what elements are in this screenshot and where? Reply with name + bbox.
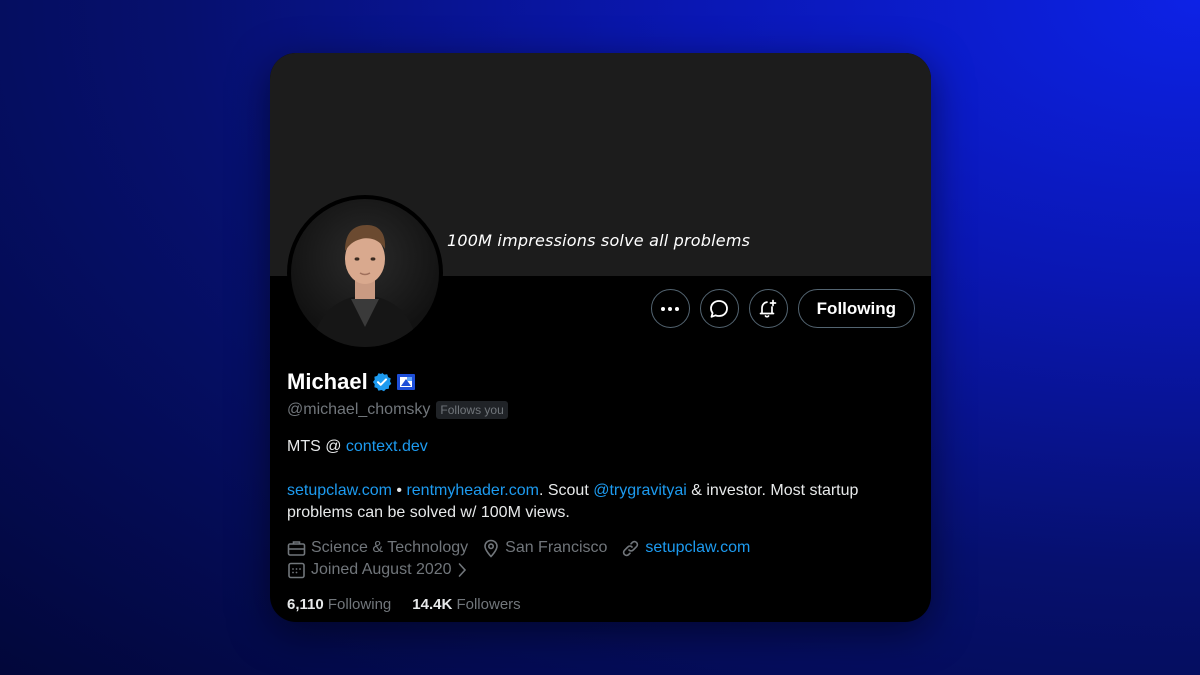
bio-mention-trygravityai[interactable]: @trygravityai bbox=[593, 482, 687, 499]
followers-label: Followers bbox=[456, 596, 521, 613]
followers-count: 14.4K bbox=[412, 596, 453, 613]
bio-text-1: . Scout bbox=[538, 482, 594, 499]
notify-button[interactable] bbox=[748, 289, 788, 328]
message-button[interactable] bbox=[699, 289, 739, 328]
profile-card: 100M impressions solve all problems Foll… bbox=[270, 53, 931, 622]
briefcase-icon bbox=[287, 539, 306, 558]
more-icon bbox=[661, 306, 680, 311]
banner-text: 100M impressions solve all problems bbox=[447, 231, 751, 250]
meta-row-2: Joined August 2020 bbox=[287, 559, 750, 581]
avatar[interactable] bbox=[287, 195, 443, 351]
bio-separator: • bbox=[391, 482, 407, 499]
display-name: Michael bbox=[287, 369, 368, 394]
joined-text: Joined August 2020 bbox=[311, 561, 452, 578]
bio-link-context[interactable]: context.dev bbox=[346, 438, 428, 455]
location-text: San Francisco bbox=[505, 539, 608, 556]
name-row: Michael bbox=[287, 369, 416, 395]
bio-link-setupclaw[interactable]: setupclaw.com bbox=[287, 482, 392, 499]
website-link[interactable]: setupclaw.com bbox=[645, 537, 750, 559]
bio-prefix: MTS @ bbox=[287, 438, 346, 455]
profile-meta: Science & Technology San Francisco setup… bbox=[287, 537, 750, 581]
meta-location: San Francisco bbox=[482, 537, 607, 559]
handle-row: @michael_chomsky Follows you bbox=[287, 401, 508, 419]
profile-actions: Following bbox=[650, 289, 915, 328]
more-button[interactable] bbox=[650, 289, 690, 328]
bio-line-2: setupclaw.com • rentmyheader.com. Scout … bbox=[287, 480, 917, 524]
message-icon bbox=[709, 299, 729, 319]
affiliate-badge-icon[interactable] bbox=[396, 372, 416, 392]
category-text: Science & Technology bbox=[311, 539, 469, 556]
meta-row-1: Science & Technology San Francisco setup… bbox=[287, 537, 750, 559]
bio-link-rentmyheader[interactable]: rentmyheader.com bbox=[406, 482, 539, 499]
bell-plus-icon bbox=[758, 299, 778, 319]
following-button[interactable]: Following bbox=[797, 289, 915, 328]
follows-you-badge: Follows you bbox=[436, 401, 508, 419]
profile-stats: 6,110 Following 14.4K Followers bbox=[287, 596, 521, 613]
chevron-right-icon bbox=[457, 562, 467, 578]
meta-joined[interactable]: Joined August 2020 bbox=[287, 559, 467, 581]
meta-category: Science & Technology bbox=[287, 537, 468, 559]
avatar-photo bbox=[291, 199, 439, 347]
location-pin-icon bbox=[482, 539, 500, 558]
following-label: Following bbox=[327, 596, 392, 613]
username-handle: @michael_chomsky bbox=[287, 401, 431, 418]
meta-website[interactable]: setupclaw.com bbox=[621, 537, 750, 559]
verified-badge-icon[interactable] bbox=[372, 372, 392, 392]
link-icon bbox=[621, 539, 640, 558]
followers-stat[interactable]: 14.4K Followers bbox=[412, 596, 520, 613]
following-stat[interactable]: 6,110 Following bbox=[287, 596, 391, 613]
profile-bio: MTS @ context.dev setupclaw.com • rentmy… bbox=[287, 436, 917, 524]
bio-line-1: MTS @ context.dev bbox=[287, 436, 917, 458]
calendar-icon bbox=[287, 561, 306, 580]
following-count: 6,110 bbox=[287, 596, 324, 613]
